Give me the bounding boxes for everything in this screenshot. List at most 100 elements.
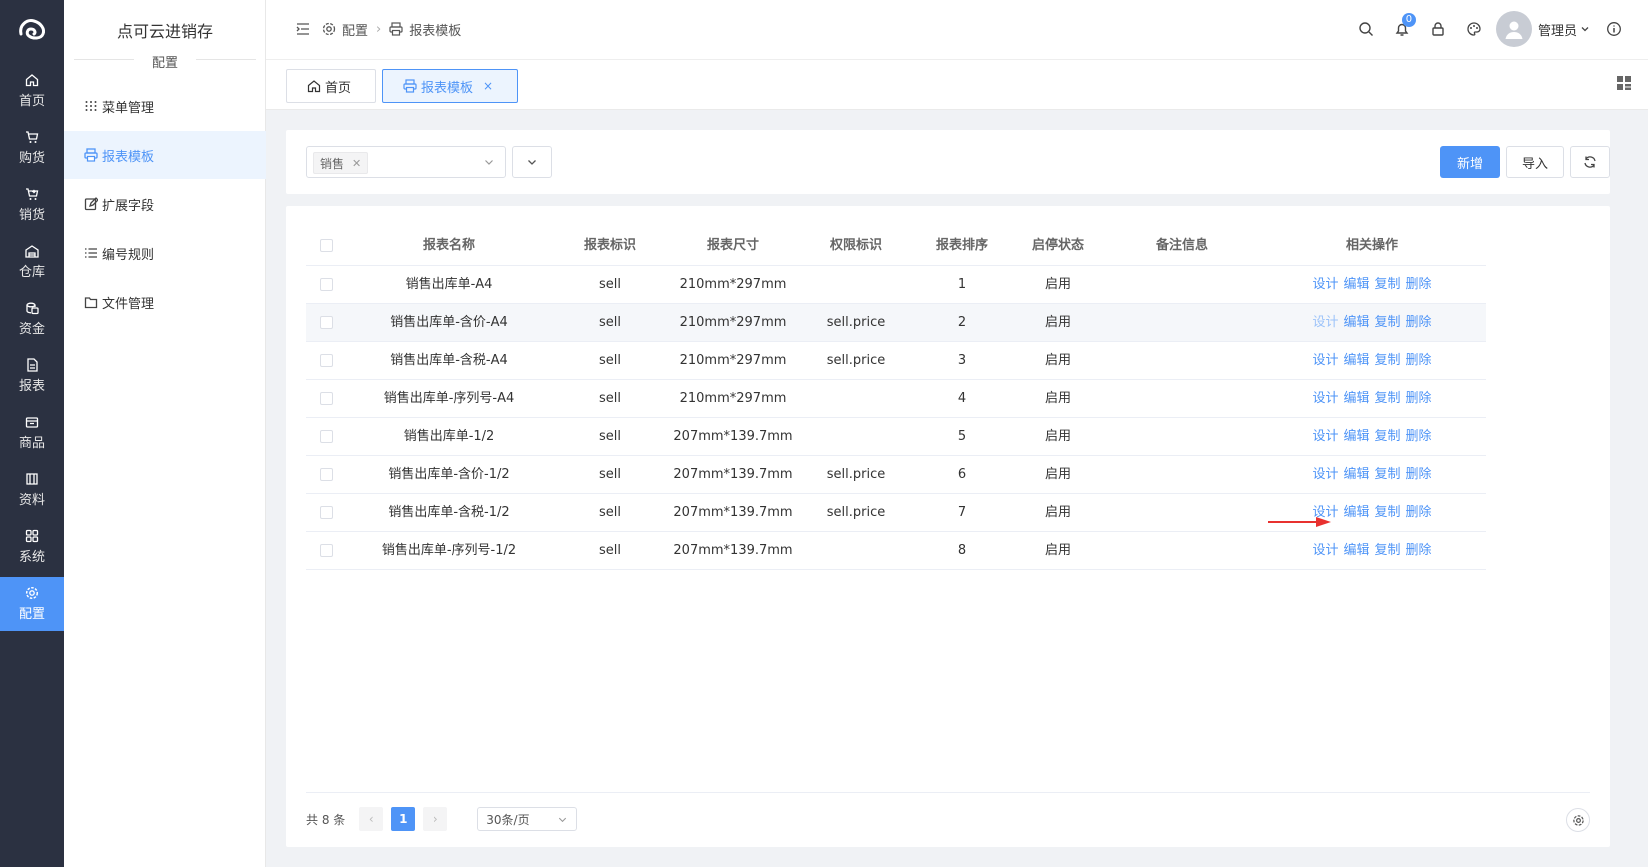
page-size-select[interactable]: 30条/页 [477, 807, 578, 831]
action-1-link[interactable]: 编辑 [1343, 342, 1369, 380]
add-button[interactable]: 新增 [1440, 146, 1500, 178]
action-0-link[interactable]: 设计 [1312, 266, 1338, 304]
submenu-item-3[interactable]: 编号规则 [64, 229, 266, 277]
expand-filter-button[interactable] [512, 146, 552, 178]
row-checkbox[interactable] [319, 278, 333, 291]
action-0-link[interactable]: 设计 [1312, 380, 1338, 418]
prev-page-button[interactable]: ‹ [359, 807, 384, 831]
cell-size: 207mm*139.7mm [673, 467, 793, 482]
refresh-button[interactable] [1570, 146, 1610, 178]
next-page-button[interactable]: › [423, 807, 448, 831]
palette-icon[interactable] [1456, 11, 1492, 47]
breadcrumb-item[interactable]: 配置 [342, 20, 368, 39]
rail-item-1[interactable]: 购货 [0, 121, 64, 175]
row-checkbox[interactable] [319, 392, 333, 405]
submenu-item-4[interactable]: 文件管理 [64, 278, 266, 326]
menu-fold-icon[interactable] [296, 22, 310, 36]
column-header: 相关操作 [1345, 238, 1398, 253]
tab-home[interactable]: 首页 [286, 69, 376, 103]
action-3-link[interactable]: 删除 [1406, 266, 1432, 304]
action-1-link[interactable]: 编辑 [1343, 456, 1369, 494]
cell-status: 启用 [1044, 505, 1071, 520]
row-checkbox[interactable] [319, 316, 333, 329]
chevron-down-icon[interactable] [1580, 24, 1590, 34]
cell-perm [798, 532, 914, 570]
page-number-button[interactable]: 1 [391, 807, 416, 831]
table-settings-button[interactable] [1566, 808, 1590, 832]
close-icon[interactable]: × [483, 79, 493, 93]
action-3-link[interactable]: 删除 [1406, 456, 1432, 494]
submenu-item-2[interactable]: 扩展字段 [64, 180, 266, 228]
rail-item-0[interactable]: 首页 [0, 64, 64, 118]
bell-icon[interactable]: 0 [1384, 11, 1420, 47]
action-1-link[interactable]: 编辑 [1343, 532, 1369, 570]
lock-icon[interactable] [1420, 11, 1456, 47]
submenu-item-0[interactable]: 菜单管理 [64, 82, 266, 130]
action-1-link[interactable]: 编辑 [1343, 380, 1369, 418]
action-1-link[interactable]: 编辑 [1343, 266, 1369, 304]
cell-name: 销售出库单-序列号-1/2 [381, 543, 517, 558]
action-2-link[interactable]: 复制 [1375, 456, 1401, 494]
action-3-link[interactable]: 删除 [1406, 380, 1432, 418]
info-icon[interactable] [1596, 11, 1632, 47]
rail-item-7[interactable]: 资料 [0, 463, 64, 517]
cell-actions: 设计 编辑 复制 删除 [1258, 532, 1486, 570]
rail-item-8[interactable]: 系统 [0, 520, 64, 574]
row-checkbox[interactable] [319, 430, 333, 443]
action-2-link[interactable]: 复制 [1375, 418, 1401, 456]
row-checkbox[interactable] [319, 468, 333, 481]
action-1-link[interactable]: 编辑 [1343, 304, 1369, 342]
rail-item-9[interactable]: 配置 [0, 577, 64, 631]
cell-perm: sell.price [826, 505, 886, 520]
total-count: 共 8 条 [306, 812, 346, 827]
action-2-link[interactable]: 复制 [1375, 532, 1401, 570]
action-1-link[interactable]: 编辑 [1343, 418, 1369, 456]
action-0-link[interactable]: 设计 [1312, 532, 1338, 570]
row-checkbox[interactable] [319, 506, 333, 519]
rail-item-6[interactable]: 商品 [0, 406, 64, 460]
action-3-link[interactable]: 删除 [1406, 532, 1432, 570]
pagination: 共 8 条 ‹ 1 › 30条/页 [306, 806, 578, 832]
action-0-link[interactable]: 设计 [1312, 456, 1338, 494]
action-2-link[interactable]: 复制 [1375, 304, 1401, 342]
avatar[interactable] [1495, 11, 1532, 47]
user-name[interactable]: 管理员 [1538, 20, 1577, 39]
row-checkbox[interactable] [319, 544, 333, 557]
cell-actions: 设计 编辑 复制 删除 [1258, 266, 1486, 304]
action-2-link[interactable]: 复制 [1375, 266, 1401, 304]
cell-status: 启用 [1044, 543, 1071, 558]
search-icon[interactable] [1348, 11, 1384, 47]
rail-item-5[interactable]: 报表 [0, 349, 64, 403]
tab-report-template[interactable]: 报表模板 × [382, 69, 518, 103]
cell-order: 3 [957, 353, 967, 368]
rail-item-2[interactable]: 销货 [0, 178, 64, 232]
action-3-link[interactable]: 删除 [1406, 304, 1432, 342]
action-1-link[interactable]: 编辑 [1343, 494, 1369, 532]
rail-item-3[interactable]: 仓库 [0, 235, 64, 289]
row-checkbox[interactable] [319, 354, 333, 367]
action-3-link[interactable]: 删除 [1406, 342, 1432, 380]
action-3-link[interactable]: 删除 [1406, 418, 1432, 456]
rail-item-4[interactable]: 资金 [0, 292, 64, 346]
gear-icon [1572, 814, 1584, 826]
action-0-link[interactable]: 设计 [1312, 342, 1338, 380]
layout-grid-icon[interactable] [1616, 75, 1634, 93]
table-row: 销售出库单-序列号-1/2 sell 207mm*139.7mm 8 启用 设计 编辑 复制删… [306, 532, 1486, 570]
submenu-item-1[interactable]: 报表模板 [64, 131, 266, 179]
category-select[interactable]: 销售 ✕ [306, 146, 506, 178]
cell-name: 销售出库单-序列号-A4 [383, 391, 515, 406]
action-0-link[interactable]: 设计 [1312, 304, 1338, 342]
action-2-link[interactable]: 复制 [1375, 380, 1401, 418]
action-2-link[interactable]: 复制 [1375, 494, 1401, 532]
tag-label: 销售 [320, 156, 345, 171]
import-button[interactable]: 导入 [1506, 146, 1564, 178]
select-all-checkbox[interactable] [319, 239, 333, 252]
close-icon[interactable]: ✕ [352, 157, 361, 170]
tab-label: 首页 [325, 80, 352, 96]
submenu-item-label: 报表模板 [102, 149, 155, 165]
cell-status: 启用 [1044, 429, 1071, 444]
cell-key: sell [599, 315, 621, 330]
action-2-link[interactable]: 复制 [1375, 342, 1401, 380]
action-3-link[interactable]: 删除 [1406, 494, 1432, 532]
action-0-link[interactable]: 设计 [1312, 418, 1338, 456]
